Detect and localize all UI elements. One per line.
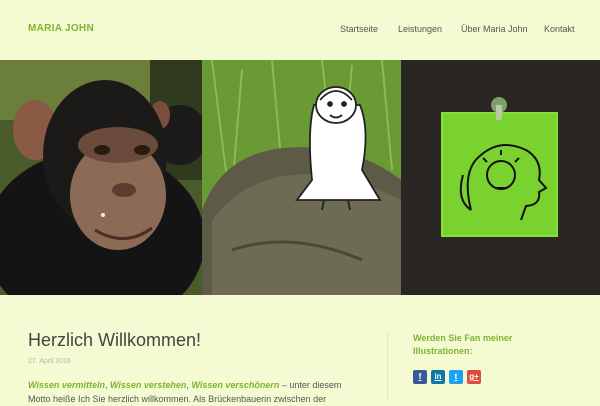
post-excerpt: Wissen vermitteln, Wissen verstehen, Wis… <box>28 378 358 406</box>
facebook-icon[interactable]: f <box>413 370 427 384</box>
google-plus-icon[interactable]: g+ <box>467 370 481 384</box>
highlight-1: Wissen vermitteln <box>28 380 105 390</box>
post-date: 27. April 2016 <box>28 358 71 365</box>
nav-item-ueber[interactable]: Über Maria John <box>461 24 528 34</box>
site-logo[interactable]: MARIA JOHN <box>28 23 94 34</box>
nav-item-startseite[interactable]: Startseite <box>340 24 378 34</box>
sticky-note-head-illustration <box>401 60 600 295</box>
content-divider <box>387 332 388 400</box>
nav-item-kontakt[interactable]: Kontakt <box>544 24 575 34</box>
post-title[interactable]: Herzlich Willkommen! <box>28 330 201 351</box>
highlight-3: Wissen verschönern <box>191 380 280 390</box>
highlight-2: Wissen verstehen <box>109 380 187 390</box>
linkedin-icon[interactable]: in <box>431 370 445 384</box>
nav-item-leistungen[interactable]: Leistungen <box>398 24 442 34</box>
girl-on-rock-illustration <box>202 60 401 295</box>
chimpanzee-photo <box>0 60 202 295</box>
site-header: MARIA JOHN Startseite Leistungen Über Ma… <box>0 0 600 60</box>
twitter-icon[interactable]: t <box>449 370 463 384</box>
hero-banner <box>0 60 600 295</box>
sidebar-heading: Werden Sie Fan meiner Illustrationen: <box>413 333 513 356</box>
